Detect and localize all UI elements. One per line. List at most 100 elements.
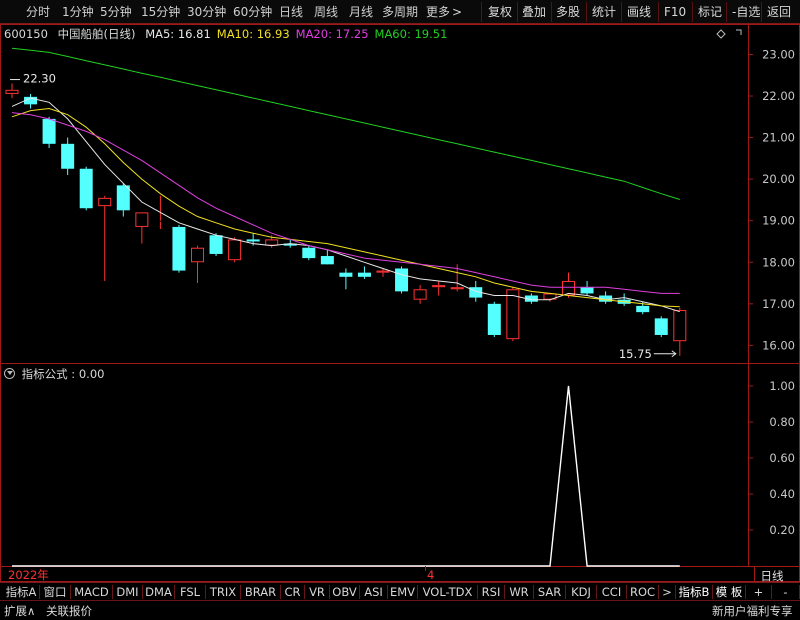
status-bar: 扩展∧ 关联报价 新用户福利专享 xyxy=(0,600,800,620)
indicator-tab-15[interactable]: WR xyxy=(505,583,533,601)
candle-down[interactable] xyxy=(636,305,650,313)
tool-button-0[interactable]: 复权 xyxy=(488,4,512,20)
indicator-tab-12[interactable]: EMV xyxy=(388,583,417,601)
candle-up[interactable] xyxy=(506,289,520,340)
toolbar-divider xyxy=(551,2,552,22)
kline-chart-svg[interactable]: 16.00 17.00 18.00 19.00 20.00 21.00 22.00 23.00… xyxy=(0,24,800,596)
indicator-tab-10[interactable]: OBV xyxy=(330,583,359,601)
candle-down[interactable] xyxy=(487,303,501,335)
indicator-tab-19[interactable]: ROC xyxy=(627,583,658,601)
period-tab-2[interactable]: 5分钟 xyxy=(100,4,132,20)
candle-up[interactable] xyxy=(98,197,112,207)
indicator-tab-22[interactable]: 模 板 xyxy=(713,583,745,601)
candle-up[interactable] xyxy=(135,212,149,227)
settings-circle-icon[interactable] xyxy=(4,368,15,379)
tool-button-2[interactable]: 多股 xyxy=(556,4,580,20)
ma-legend: MA5: 16.81 MA10: 16.93 MA20: 17.25 MA60: 19… xyxy=(145,27,453,41)
candle-down[interactable] xyxy=(116,185,130,211)
related-quote-button[interactable]: 关联报价 xyxy=(46,603,92,619)
indicator-tab-23[interactable]: + xyxy=(746,583,771,601)
candle-up[interactable] xyxy=(376,270,390,273)
indicator-tab-8[interactable]: CR xyxy=(281,583,304,601)
period-tab-1[interactable]: 1分钟 xyxy=(62,4,94,20)
y-tick-label: 21.00 xyxy=(762,131,795,145)
candle-down[interactable] xyxy=(172,226,186,271)
indicator-formula-label: 指标公式 : 0.00 xyxy=(21,367,105,381)
indicator-tab-16[interactable]: SAR xyxy=(534,583,565,601)
candle-down[interactable] xyxy=(395,268,409,292)
indicator-tab-6[interactable]: TRIX xyxy=(206,583,240,601)
candle-down[interactable] xyxy=(42,118,56,144)
period-tab-7[interactable]: 周线 xyxy=(314,4,338,20)
candle-up[interactable] xyxy=(413,289,427,300)
period-tab-4[interactable]: 30分钟 xyxy=(187,4,226,20)
diamond-icon[interactable] xyxy=(716,29,726,39)
price-legend: 600150 中国船舶(日线) MA5: 16.81 MA10: 16.93 MA2… xyxy=(4,26,459,42)
candle-down[interactable] xyxy=(302,247,316,259)
candle-down[interactable] xyxy=(61,143,75,169)
period-tab-10[interactable]: 更多 xyxy=(426,4,450,20)
toolbar-divider xyxy=(658,2,659,22)
candle-up[interactable] xyxy=(5,89,19,94)
y-tick-label: 20.00 xyxy=(762,172,795,186)
candle-down[interactable] xyxy=(246,239,260,242)
indicator-tab-13[interactable]: VOL-TDX xyxy=(418,583,477,601)
candle-down[interactable] xyxy=(357,272,371,277)
new-user-promo-link[interactable]: 新用户福利专享 xyxy=(712,603,793,619)
candle-down[interactable] xyxy=(654,318,668,335)
tool-button-7[interactable]: -自选 xyxy=(732,4,760,20)
toolbar-divider xyxy=(621,2,622,22)
stock-name: 中国船舶(日线) xyxy=(57,27,136,41)
toolbar-divider xyxy=(761,2,762,22)
candle-up[interactable] xyxy=(228,239,242,261)
period-tab-6[interactable]: 日线 xyxy=(279,4,303,20)
period-tab-0[interactable]: 分时 xyxy=(26,4,50,20)
period-tab-5[interactable]: 60分钟 xyxy=(233,4,272,20)
candle-down[interactable] xyxy=(320,256,334,265)
candle-down[interactable] xyxy=(339,272,353,277)
indicator-tab-1[interactable]: 窗口 xyxy=(40,583,70,601)
period-tab-8[interactable]: 月线 xyxy=(349,4,373,20)
indicator-tab-18[interactable]: CCI xyxy=(597,583,626,601)
tool-button-6[interactable]: 标记 xyxy=(698,4,722,20)
candle-up[interactable] xyxy=(265,239,279,246)
period-toolbar: 分时 1分钟 5分钟 15分钟 30分钟 60分钟 日线 周线 月线 多周期 更多 > 复权 叠加 多股 统计… xyxy=(0,0,800,24)
toolbar-divider xyxy=(726,2,727,22)
expand-button[interactable]: 扩展∧ xyxy=(4,603,35,619)
indicator-tab-9[interactable]: VR xyxy=(305,583,329,601)
ma-line-ma60 xyxy=(11,47,680,200)
indicator-tab-5[interactable]: FSL xyxy=(175,583,205,601)
indicator-tab-3[interactable]: DMI xyxy=(113,583,142,601)
tool-button-4[interactable]: 画线 xyxy=(627,4,651,20)
candle-up[interactable] xyxy=(191,247,204,263)
tool-button-5[interactable]: F10 xyxy=(664,4,686,20)
indicator-tab-4[interactable]: DMA xyxy=(143,583,174,601)
candle-up[interactable] xyxy=(673,310,687,342)
candle-down[interactable] xyxy=(209,235,223,254)
candle-down[interactable] xyxy=(79,168,93,209)
period-tab-3[interactable]: 15分钟 xyxy=(141,4,180,20)
candle-up[interactable] xyxy=(432,285,446,288)
indicator-legend: 指标公式 : 0.00 xyxy=(4,366,110,382)
more-chevron-icon[interactable]: > xyxy=(452,4,462,20)
y-tick-label: 22.00 xyxy=(762,89,795,103)
tool-button-3[interactable]: 统计 xyxy=(592,4,616,20)
period-tab-9[interactable]: 多周期 xyxy=(382,4,418,20)
indicator-tab-20[interactable]: > xyxy=(659,583,675,601)
tool-button-1[interactable]: 叠加 xyxy=(522,4,546,20)
indicator-tab-0[interactable]: 指标A xyxy=(3,583,39,601)
indicator-tab-17[interactable]: KDJ xyxy=(566,583,596,601)
ma-legend-item: MA60: 19.51 xyxy=(374,27,448,41)
indicator-tab-14[interactable]: RSI xyxy=(478,583,504,601)
tool-button-8[interactable]: 返回 xyxy=(767,4,791,20)
chart-frame xyxy=(0,24,800,582)
indicator-tab-2[interactable]: MACD xyxy=(71,583,112,601)
indicator-tab-21[interactable]: 指标B xyxy=(676,583,712,601)
candle-up[interactable] xyxy=(450,287,464,290)
indicator-tab-7[interactable]: BRAR xyxy=(241,583,280,601)
indicator-tab-24[interactable]: - xyxy=(772,583,799,601)
candle-down[interactable] xyxy=(580,287,594,294)
indicator-tab-11[interactable]: ASI xyxy=(360,583,387,601)
y-tick-label: 23.00 xyxy=(762,47,795,61)
corner-icon[interactable] xyxy=(736,29,742,35)
